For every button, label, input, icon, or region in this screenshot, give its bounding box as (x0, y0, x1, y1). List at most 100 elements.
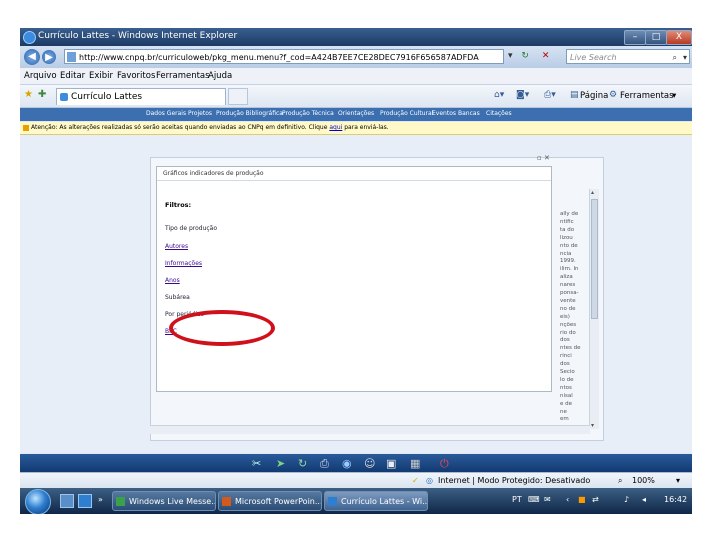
filter-subarea[interactable]: Subárea (165, 294, 190, 301)
dialog-close-icon[interactable]: ▫ ✕ (537, 154, 555, 163)
nav-bancas[interactable]: Bancas (458, 110, 480, 117)
tools-menu-icon: ⚙ (609, 90, 618, 100)
volume-icon[interactable]: ♪ (624, 495, 629, 504)
powerpoint-icon (222, 497, 231, 506)
address-bar[interactable]: http://www.cnpq.br/curriculoweb/pkg_menu… (64, 49, 504, 64)
stop-icon[interactable]: ✕ (542, 51, 550, 61)
nav-producao-bibliografica[interactable]: Produção Bibliográfica (216, 110, 283, 117)
ie-quicklaunch-icon[interactable] (78, 494, 92, 508)
nav-dados-gerais[interactable]: Dados Gerais (146, 110, 186, 117)
background-text-line: lo de (560, 376, 574, 383)
search-dropdown-icon[interactable]: ▾ (683, 50, 687, 65)
page-menu[interactable]: Página (580, 91, 608, 101)
task-ie[interactable]: Currículo Lattes - Wi... (324, 491, 428, 511)
tab-curriculo-lattes[interactable]: Currículo Lattes (56, 88, 226, 105)
presentation-toolbar: ✂ ➤ ↻ ⎙ ◉ ☺ ▣ ▦ ⏻ (20, 454, 692, 472)
search-input[interactable]: Live Search ⌕ ▾ (566, 49, 690, 64)
window-icon[interactable]: ▣ (386, 457, 396, 470)
refresh-green-icon[interactable]: ↻ (298, 457, 307, 470)
quicklaunch-more-icon[interactable]: » (98, 495, 103, 504)
nav-citacoes[interactable]: Citações (486, 110, 512, 117)
menu-exibir[interactable]: Exibir (89, 71, 113, 81)
speaker-icon[interactable]: ◂ (642, 495, 646, 504)
menu-ajuda[interactable]: Ajuda (208, 71, 232, 81)
nav-producao-cultural[interactable]: Produção Cultural (380, 110, 433, 117)
stop-red-icon[interactable]: ⏻ (440, 457, 449, 471)
background-text-line: em (560, 416, 569, 423)
alert-tray-icon[interactable]: ■ (578, 495, 586, 504)
people-icon[interactable]: ☺ (364, 457, 375, 470)
zoom-dropdown-icon[interactable]: ▾ (676, 476, 680, 485)
zoom-level[interactable]: 100% (632, 476, 655, 485)
tray-collapse-icon[interactable]: ‹ (566, 495, 569, 504)
zoom-icon[interactable]: ⌕ (618, 476, 622, 486)
globe-icon[interactable]: ◉ (342, 457, 352, 470)
home-icon[interactable]: ⌂▾ (494, 90, 504, 100)
background-text-line: Secio (560, 369, 575, 375)
favorites-star-icon[interactable]: ★ (24, 89, 33, 100)
dropdown-icon[interactable]: ▾ (508, 51, 513, 61)
search-icon[interactable]: ⌕ (673, 50, 677, 65)
background-text-line: ne (560, 408, 567, 415)
filter-autores[interactable]: Autores (165, 243, 188, 250)
filter-informacoes[interactable]: Informações (165, 260, 202, 267)
new-tab-button[interactable] (228, 88, 248, 105)
refresh-icon[interactable]: ↻ (521, 51, 529, 61)
menu-favoritos[interactable]: Favoritos (117, 71, 155, 81)
printer-icon[interactable]: ⎙ (320, 457, 329, 471)
print-icon[interactable]: ⎙▾ (544, 90, 556, 100)
nav-orientacoes[interactable]: Orientações (338, 110, 374, 117)
dialog-title: Gráficos indicadores de produção (157, 167, 551, 181)
background-text-line: dos (560, 361, 570, 368)
scroll-up-icon[interactable]: ▴ (591, 189, 594, 196)
back-button[interactable]: ◀ (24, 49, 40, 65)
scroll-thumb[interactable] (591, 199, 598, 319)
language-indicator[interactable]: PT (512, 495, 522, 504)
vertical-scrollbar[interactable]: ▴ ▾ (589, 189, 599, 429)
keyboard-icon[interactable]: ⌨ (528, 495, 540, 504)
task-powerpoint[interactable]: Microsoft PowerPoin... (218, 491, 322, 511)
page-content: ▫ ✕ Gráficos indicadores de produção Fil… (20, 135, 692, 453)
horizontal-scrollbar[interactable] (150, 425, 590, 434)
ie-logo-icon (23, 31, 36, 44)
filter-anos[interactable]: Anos (165, 277, 180, 284)
add-favorites-icon[interactable]: ✚ (38, 89, 46, 100)
close-button[interactable]: X (666, 30, 692, 45)
window-title: Currículo Lattes - Windows Internet Expl… (38, 31, 238, 41)
nav-eventos[interactable]: Eventos (432, 110, 456, 117)
warning-link[interactable]: aqui (329, 124, 342, 131)
filter-tipo-producao[interactable]: Tipo de produção (165, 225, 217, 232)
warning-text: Atenção: As alterações realizadas só ser… (31, 124, 328, 131)
forward-button[interactable]: ▶ (42, 50, 56, 64)
show-desktop-icon[interactable] (60, 494, 74, 508)
scroll-down-icon[interactable]: ▾ (591, 422, 594, 429)
grid-icon[interactable]: ▦ (410, 457, 420, 470)
address-tools: ▾ ↻ ✕ (508, 51, 549, 61)
network-icon[interactable]: ⇄ (592, 495, 599, 504)
menu-arquivo[interactable]: Arquivo (24, 71, 57, 81)
screen: Currículo Lattes - Windows Internet Expl… (20, 28, 692, 514)
warning-bar: Atenção: As alterações realizadas só ser… (20, 122, 692, 135)
taskbar: » Windows Live Messe... Microsoft PowerP… (20, 488, 692, 514)
scissors-icon[interactable]: ✂ (252, 457, 261, 470)
clock[interactable]: 16:42 (664, 495, 687, 504)
tools-menu[interactable]: Ferramentas (620, 91, 674, 101)
background-text-line: no de (560, 305, 576, 312)
nav-projetos[interactable]: Projetos (188, 110, 212, 117)
arrow-icon[interactable]: ➤ (276, 457, 285, 470)
menu-ferramentas[interactable]: Ferramentas (156, 71, 210, 81)
background-text-line: 1999. (560, 258, 576, 265)
minimize-button[interactable]: – (624, 30, 646, 45)
messenger-tray-icon[interactable]: ✉ (544, 495, 551, 504)
page-menu-icon: ▤ (570, 90, 579, 100)
start-button[interactable] (25, 489, 51, 514)
task-windows-live[interactable]: Windows Live Messe... (112, 491, 216, 511)
menu-editar[interactable]: Editar (60, 71, 85, 81)
tools-menu-arrow-icon[interactable]: ▾ (672, 91, 676, 101)
background-text-line: ntos (560, 384, 572, 391)
feeds-icon[interactable]: ◙▾ (516, 90, 529, 100)
background-text-line: aliza (560, 274, 573, 281)
background-text-line: eis) (560, 313, 570, 320)
maximize-button[interactable]: □ (645, 30, 667, 45)
nav-producao-tecnica[interactable]: Produção Técnica (282, 110, 334, 117)
